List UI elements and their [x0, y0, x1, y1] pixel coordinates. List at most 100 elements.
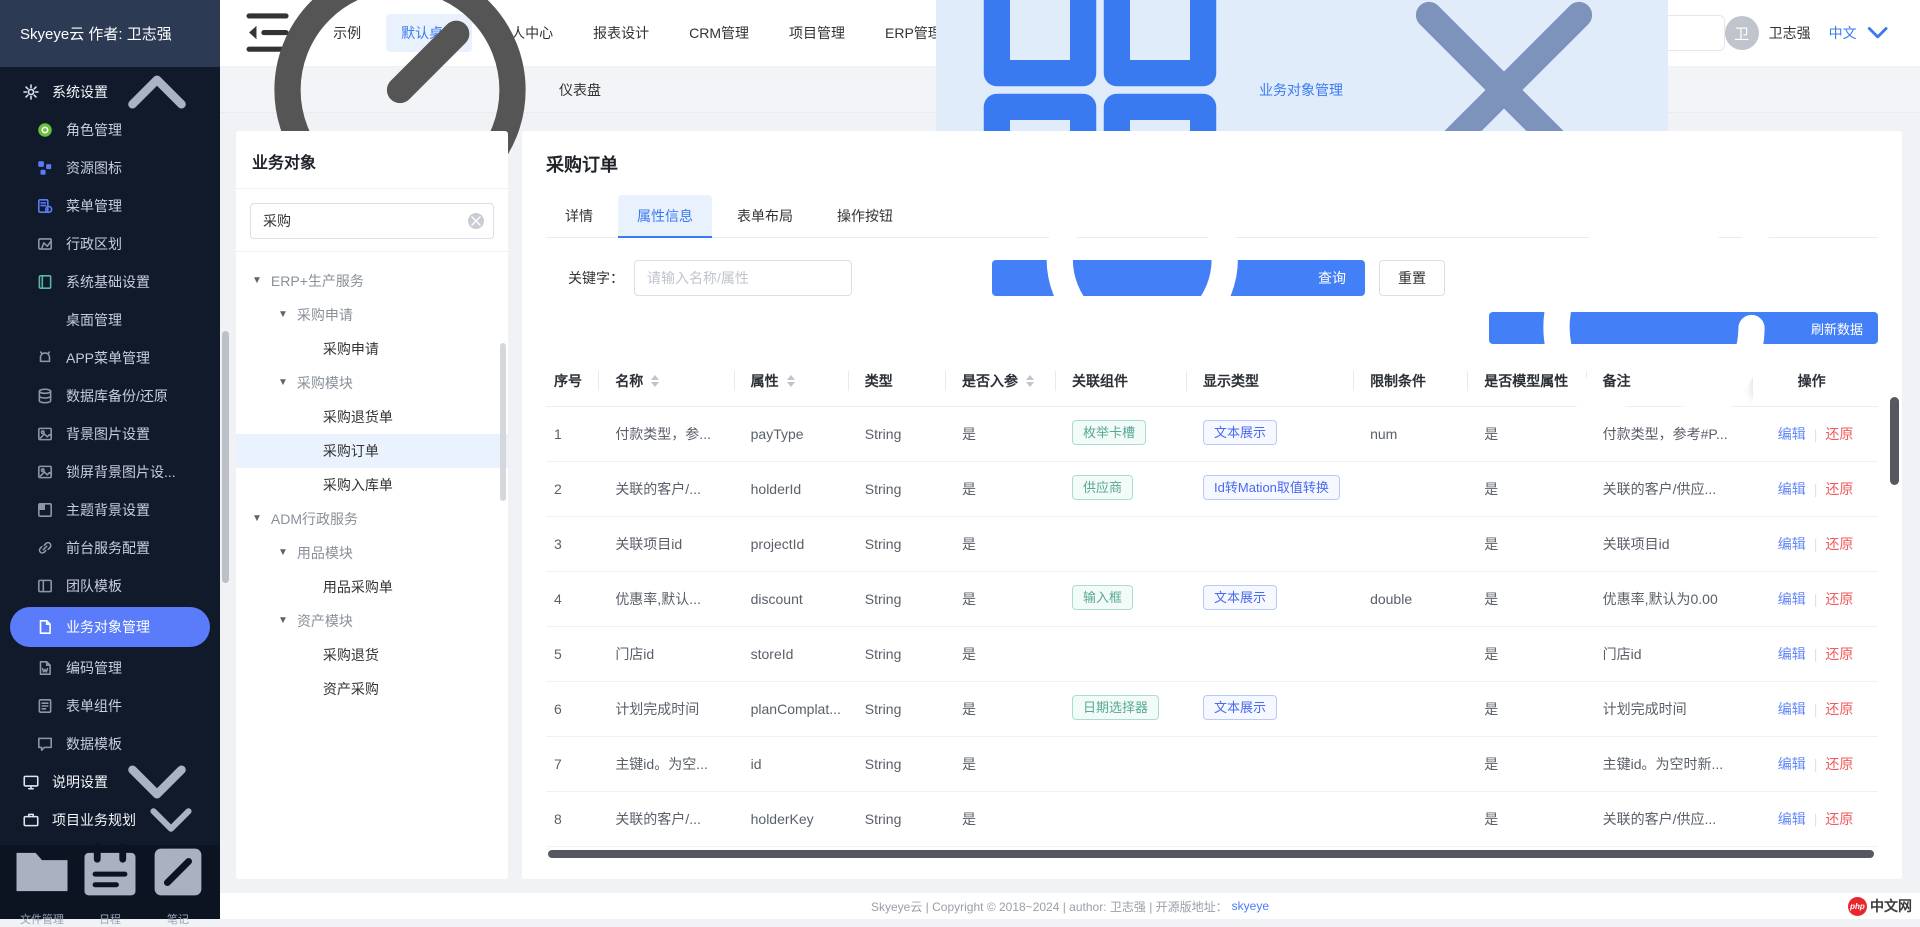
doc-icon: [36, 618, 54, 636]
caret-down-icon[interactable]: ▼: [252, 514, 262, 524]
sidebar-item[interactable]: 行政区划: [0, 225, 220, 263]
detail-tab[interactable]: 表单布局: [718, 195, 812, 237]
sidebar-nav: 系统设置 角色管理 资源图标 菜单管理: [0, 67, 220, 845]
tree-item[interactable]: ▼ 采购入库单: [236, 468, 508, 502]
sort-icons[interactable]: [787, 375, 795, 387]
tree-item[interactable]: ▼ 资产采购: [236, 672, 508, 706]
edit-link[interactable]: 编辑: [1778, 426, 1806, 442]
column-header[interactable]: 名称: [607, 356, 742, 407]
sidebar-item[interactable]: 数据库备份/还原: [0, 377, 220, 415]
refresh-data-button[interactable]: 刷新数据: [1489, 312, 1878, 344]
clear-icon[interactable]: [468, 213, 484, 229]
edit-link[interactable]: 编辑: [1778, 481, 1806, 497]
sidebar-item[interactable]: 资源图标: [0, 149, 220, 187]
panel-scrollbar[interactable]: [500, 343, 506, 501]
detail-tab-label: 属性信息: [637, 208, 693, 224]
tree-item[interactable]: ▼ 采购退货单: [236, 400, 508, 434]
language-switcher[interactable]: 中文: [1829, 16, 1894, 49]
edit-link[interactable]: 编辑: [1778, 591, 1806, 607]
edit-link[interactable]: 编辑: [1778, 536, 1806, 552]
column-header-label: 类型: [865, 371, 893, 391]
tree-item[interactable]: ▼ 采购退货: [236, 638, 508, 672]
tree-item[interactable]: ▼ 用品采购单: [236, 570, 508, 604]
caret-down-icon[interactable]: ▼: [252, 276, 262, 286]
column-header[interactable]: 类型: [857, 356, 954, 407]
tree-item[interactable]: ▼ 采购模块: [236, 366, 508, 400]
detail-tab[interactable]: 详情: [546, 195, 612, 237]
folder-icon: [8, 838, 76, 906]
sidebar-item[interactable]: APP菜单管理: [0, 339, 220, 377]
restore-link[interactable]: 还原: [1825, 701, 1853, 717]
detail-tab[interactable]: 操作按钮: [818, 195, 912, 237]
table-vertical-scrollbar[interactable]: [1890, 397, 1899, 485]
edit-link[interactable]: 编辑: [1778, 646, 1806, 662]
column-header-label: 备注: [1603, 371, 1631, 391]
tree-item-label: 采购订单: [323, 441, 379, 461]
edit-link[interactable]: 编辑: [1778, 811, 1806, 827]
table-row: 6 计划完成时间 planComplat... String 是 日期选择器 文…: [546, 682, 1878, 737]
cell-remark: 关联项目id: [1595, 517, 1754, 572]
restore-link[interactable]: 还原: [1825, 426, 1853, 442]
keyword-input[interactable]: [634, 260, 852, 296]
sidebar-item-label: 系统设置: [52, 82, 108, 102]
detail-tab-label: 操作按钮: [837, 208, 893, 224]
column-header[interactable]: 序号: [546, 356, 607, 407]
sidebar-item[interactable]: 主题背景设置: [0, 491, 220, 529]
restore-link[interactable]: 还原: [1825, 646, 1853, 662]
sidebar-item[interactable]: 表单组件: [0, 687, 220, 725]
restore-link[interactable]: 还原: [1825, 756, 1853, 772]
sidebar-item[interactable]: 桌面管理: [0, 301, 220, 339]
tree-item[interactable]: ▼ ERP+生产服务: [236, 264, 508, 298]
sidebar-item[interactable]: 系统设置: [0, 73, 220, 111]
sort-icons[interactable]: [1026, 375, 1034, 387]
caret-down-icon[interactable]: ▼: [278, 548, 288, 558]
skyeye-link[interactable]: skyeye: [1232, 899, 1269, 913]
sidebar-item[interactable]: 菜单管理: [0, 187, 220, 225]
column-header[interactable]: 属性: [743, 356, 857, 407]
sidebar-item[interactable]: 锁屏背景图片设...: [0, 453, 220, 491]
role-icon: [36, 121, 54, 139]
horizontal-scrollbar[interactable]: [548, 850, 1874, 858]
tree-search-input[interactable]: [250, 203, 494, 239]
user-name: 卫志强: [1769, 23, 1811, 43]
sidebar-item[interactable]: 背景图片设置: [0, 415, 220, 453]
sidebar-item-label: 编码管理: [66, 658, 122, 678]
sidebar-item[interactable]: 业务对象管理: [10, 607, 210, 647]
user-avatar[interactable]: 卫: [1725, 16, 1759, 50]
dock-item[interactable]: 笔记: [144, 838, 212, 927]
query-button[interactable]: 查询: [992, 260, 1365, 296]
caret-down-icon[interactable]: ▼: [278, 616, 288, 626]
sidebar-item[interactable]: 团队模板: [0, 567, 220, 605]
detail-tab[interactable]: 属性信息: [618, 195, 712, 237]
cell-constraint: [1362, 792, 1476, 847]
tree-item[interactable]: ▼ 采购订单: [236, 434, 508, 468]
reset-button[interactable]: 重置: [1379, 260, 1445, 296]
tree-item[interactable]: ▼ 采购申请: [236, 298, 508, 332]
caret-down-icon[interactable]: ▼: [278, 310, 288, 320]
restore-link[interactable]: 还原: [1825, 536, 1853, 552]
restore-link[interactable]: 还原: [1825, 811, 1853, 827]
cell-in-param: 是: [954, 737, 1064, 792]
cell-name: 主键id。为空...: [607, 737, 742, 792]
restore-link[interactable]: 还原: [1825, 481, 1853, 497]
edit-link[interactable]: 编辑: [1778, 701, 1806, 717]
sidebar-item[interactable]: 前台服务配置: [0, 529, 220, 567]
tree-item[interactable]: ▼ 采购申请: [236, 332, 508, 366]
column-header[interactable]: 限制条件: [1362, 356, 1476, 407]
tree-item-label: 用品采购单: [323, 577, 393, 597]
cell-type: String: [857, 792, 954, 847]
sort-icons[interactable]: [651, 375, 659, 387]
sidebar-item-label: 锁屏背景图片设...: [66, 462, 176, 482]
sidebar-item[interactable]: 系统基础设置: [0, 263, 220, 301]
restore-link[interactable]: 还原: [1825, 591, 1853, 607]
caret-down-icon[interactable]: ▼: [278, 378, 288, 388]
edit-link[interactable]: 编辑: [1778, 756, 1806, 772]
column-header-label: 显示类型: [1203, 371, 1259, 391]
tree-item[interactable]: ▼ ADM行政服务: [236, 502, 508, 536]
content-scrollbar[interactable]: [222, 331, 229, 583]
dock-item[interactable]: 文件管理: [8, 838, 76, 927]
tree-item[interactable]: ▼ 用品模块: [236, 536, 508, 570]
sidebar-item[interactable]: 编码管理: [0, 649, 220, 687]
dock-item[interactable]: 日程: [76, 838, 144, 927]
tree-item[interactable]: ▼ 资产模块: [236, 604, 508, 638]
